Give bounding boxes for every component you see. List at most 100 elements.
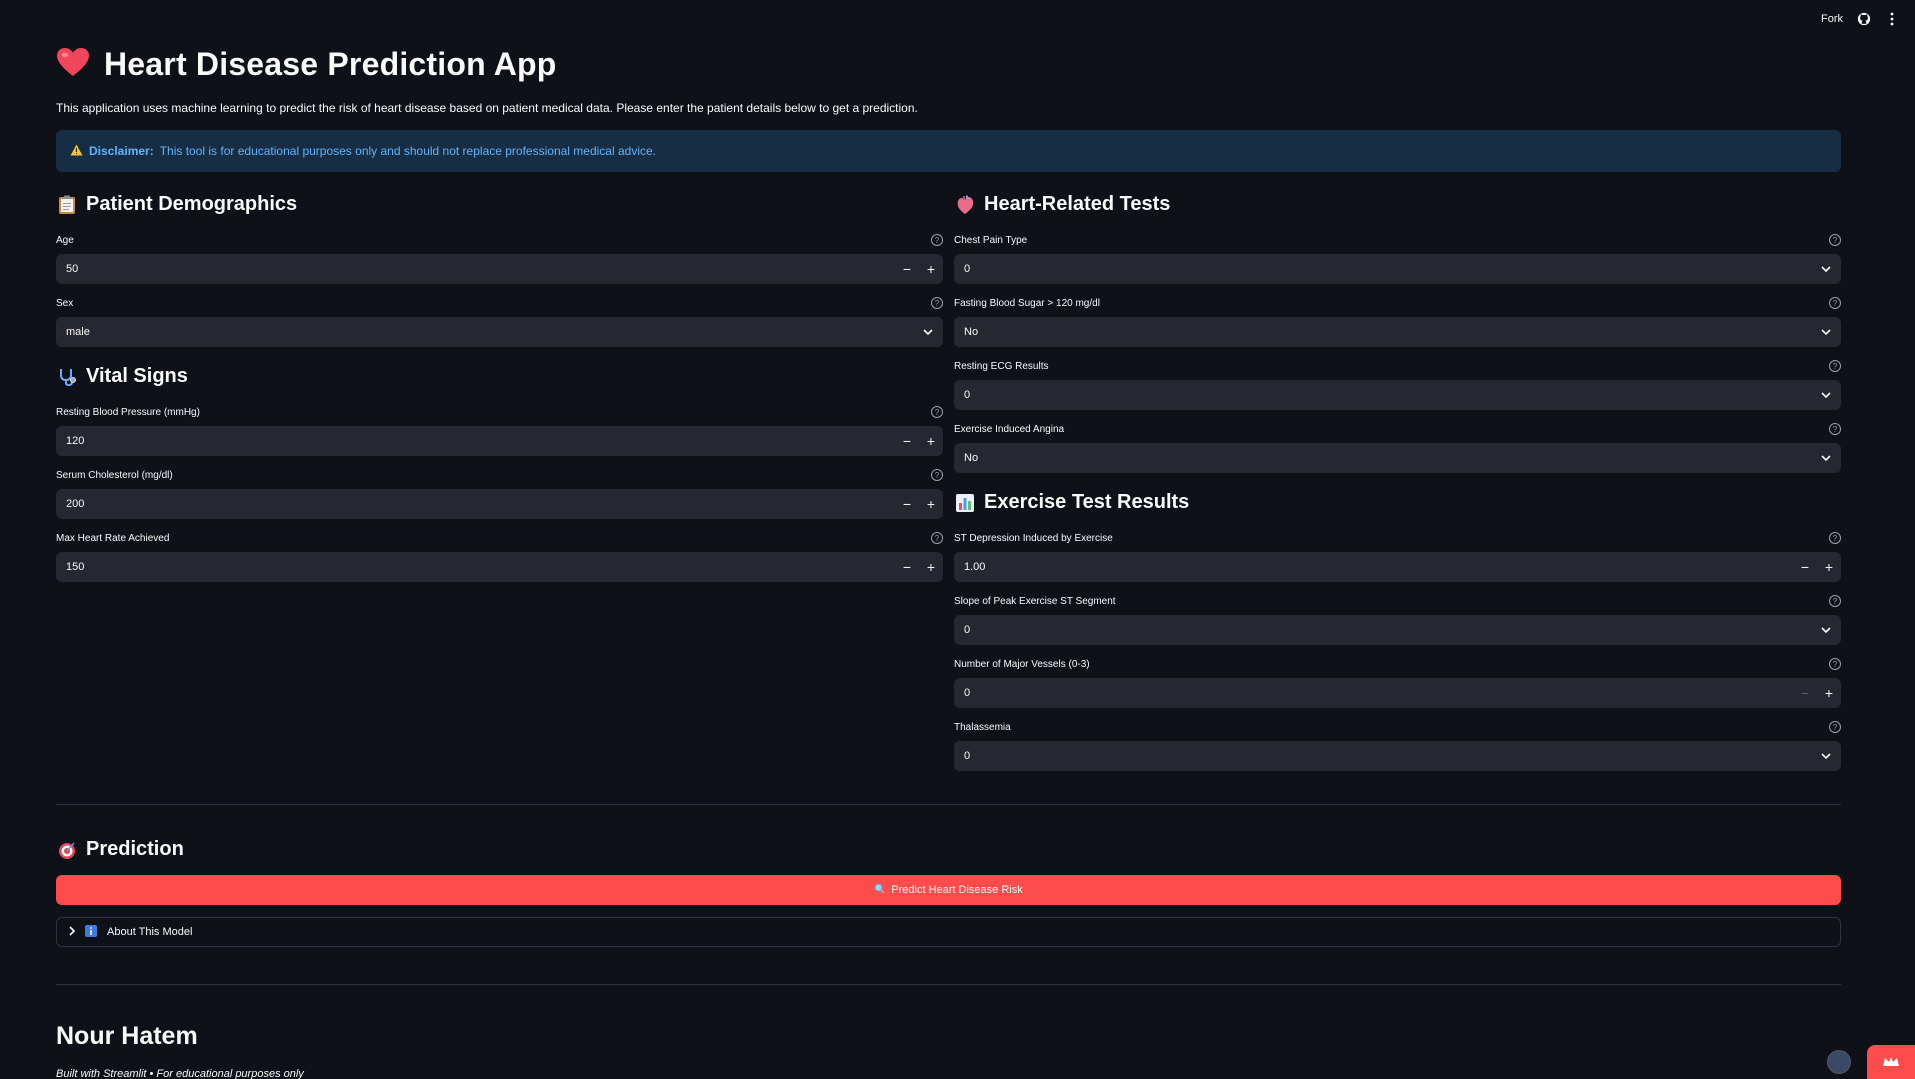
demographics-heading: Patient Demographics: [56, 193, 297, 216]
predict-button[interactable]: Predict Heart Disease Risk: [56, 875, 1841, 905]
fasting-blood-sugar-value: No: [964, 326, 979, 338]
major-vessels-input[interactable]: 0 − +: [954, 678, 1841, 708]
chevron-down-icon[interactable]: [1811, 627, 1841, 633]
slope-value: 0: [964, 624, 971, 636]
decrement-button[interactable]: −: [895, 552, 919, 582]
help-icon[interactable]: ?: [1829, 595, 1841, 607]
help-icon[interactable]: ?: [1829, 360, 1841, 372]
max-heart-rate-input[interactable]: 150 − +: [56, 552, 943, 582]
sex-field: Sex ? male: [56, 295, 943, 347]
help-icon[interactable]: ?: [931, 406, 943, 418]
resting-ecg-select[interactable]: 0: [954, 380, 1841, 410]
avatar[interactable]: [1827, 1050, 1851, 1074]
chevron-down-icon[interactable]: [1811, 392, 1841, 398]
divider: [56, 804, 1841, 805]
help-icon[interactable]: ?: [1829, 658, 1841, 670]
top-toolbar: Fork: [1821, 12, 1899, 26]
major-vessels-value[interactable]: 0: [964, 687, 1793, 699]
decrement-button[interactable]: −: [895, 489, 919, 519]
increment-button[interactable]: +: [1817, 678, 1841, 708]
age-value[interactable]: 50: [66, 263, 895, 275]
cholesterol-value[interactable]: 200: [66, 498, 895, 510]
magnifier-icon: [874, 883, 885, 897]
decrement-button[interactable]: −: [1793, 678, 1817, 708]
footer-note: Built with Streamlit • For educational p…: [56, 1068, 304, 1079]
fasting-blood-sugar-label: Fasting Blood Sugar > 120 mg/dl: [954, 297, 1100, 309]
angina-value: No: [964, 452, 979, 464]
sex-select[interactable]: male: [56, 317, 943, 347]
max-heart-rate-field: Max Heart Rate Achieved ? 150 − +: [56, 530, 943, 582]
page-title-row: Heart Disease Prediction App: [56, 46, 557, 83]
cholesterol-label: Serum Cholesterol (mg/dl): [56, 469, 173, 481]
st-depression-value[interactable]: 1.00: [964, 561, 1793, 573]
fasting-blood-sugar-select[interactable]: No: [954, 317, 1841, 347]
slope-label: Slope of Peak Exercise ST Segment: [954, 595, 1116, 607]
about-model-label: About This Model: [107, 926, 193, 938]
help-icon[interactable]: ?: [1829, 234, 1841, 246]
help-icon[interactable]: ?: [1829, 423, 1841, 435]
clipboard-icon: [56, 194, 78, 216]
exercise-title: Exercise Test Results: [984, 491, 1190, 513]
slope-select[interactable]: 0: [954, 615, 1841, 645]
major-vessels-label: Number of Major Vessels (0-3): [954, 658, 1090, 670]
help-icon[interactable]: ?: [931, 234, 943, 246]
cholesterol-input[interactable]: 200 − +: [56, 489, 943, 519]
stethoscope-icon: [56, 366, 78, 388]
st-depression-label: ST Depression Induced by Exercise: [954, 532, 1113, 544]
increment-button[interactable]: +: [919, 254, 943, 284]
help-icon[interactable]: ?: [1829, 532, 1841, 544]
thalassemia-field: Thalassemia ? 0: [954, 719, 1841, 771]
disclaimer-text: This tool is for educational purposes on…: [159, 144, 656, 158]
info-icon: [85, 924, 97, 940]
exercise-heading: Exercise Test Results: [954, 491, 1189, 514]
help-icon[interactable]: ?: [931, 532, 943, 544]
thalassemia-select[interactable]: 0: [954, 741, 1841, 771]
help-icon[interactable]: ?: [931, 297, 943, 309]
disclaimer-label: Disclaimer:: [89, 144, 154, 158]
bp-input[interactable]: 120 − +: [56, 426, 943, 456]
fork-button[interactable]: Fork: [1821, 13, 1843, 25]
angina-label: Exercise Induced Angina: [954, 423, 1065, 435]
decrement-button[interactable]: −: [1793, 552, 1817, 582]
streamlit-crown-icon[interactable]: [1867, 1045, 1915, 1079]
chevron-down-icon[interactable]: [1811, 455, 1841, 461]
resting-ecg-label: Resting ECG Results: [954, 360, 1049, 372]
decrement-button[interactable]: −: [895, 254, 919, 284]
chest-pain-select[interactable]: 0: [954, 254, 1841, 284]
intro-text: This application uses machine learning t…: [56, 101, 918, 115]
target-icon: [56, 839, 78, 861]
cholesterol-field: Serum Cholesterol (mg/dl) ? 200 − +: [56, 467, 943, 519]
resting-ecg-field: Resting ECG Results ? 0: [954, 358, 1841, 410]
increment-button[interactable]: +: [919, 489, 943, 519]
bp-field: Resting Blood Pressure (mmHg) ? 120 − +: [56, 404, 943, 456]
page-title: Heart Disease Prediction App: [104, 46, 557, 82]
help-icon[interactable]: ?: [1829, 721, 1841, 733]
slope-field: Slope of Peak Exercise ST Segment ? 0: [954, 593, 1841, 645]
vitals-title: Vital Signs: [86, 365, 188, 387]
github-icon[interactable]: [1857, 12, 1871, 26]
help-icon[interactable]: ?: [1829, 297, 1841, 309]
kebab-menu-icon[interactable]: [1885, 12, 1899, 26]
increment-button[interactable]: +: [919, 552, 943, 582]
chevron-right-icon: [69, 925, 76, 939]
decrement-button[interactable]: −: [895, 426, 919, 456]
heart-tests-heading: Heart-Related Tests: [954, 193, 1170, 216]
angina-select[interactable]: No: [954, 443, 1841, 473]
st-depression-input[interactable]: 1.00 − +: [954, 552, 1841, 582]
age-input[interactable]: 50 − +: [56, 254, 943, 284]
chevron-down-icon[interactable]: [1811, 329, 1841, 335]
chevron-down-icon[interactable]: [1811, 753, 1841, 759]
chevron-down-icon[interactable]: [1811, 266, 1841, 272]
about-model-expander[interactable]: About This Model: [56, 917, 1841, 947]
prediction-title: Prediction: [86, 838, 184, 860]
chevron-down-icon[interactable]: [913, 329, 943, 335]
sex-value: male: [66, 326, 90, 338]
bp-value[interactable]: 120: [66, 435, 895, 447]
max-heart-rate-value[interactable]: 150: [66, 561, 895, 573]
increment-button[interactable]: +: [919, 426, 943, 456]
age-label: Age: [56, 234, 74, 246]
anatomical-heart-icon: [954, 194, 976, 216]
help-icon[interactable]: ?: [931, 469, 943, 481]
increment-button[interactable]: +: [1817, 552, 1841, 582]
fasting-blood-sugar-field: Fasting Blood Sugar > 120 mg/dl ? No: [954, 295, 1841, 347]
